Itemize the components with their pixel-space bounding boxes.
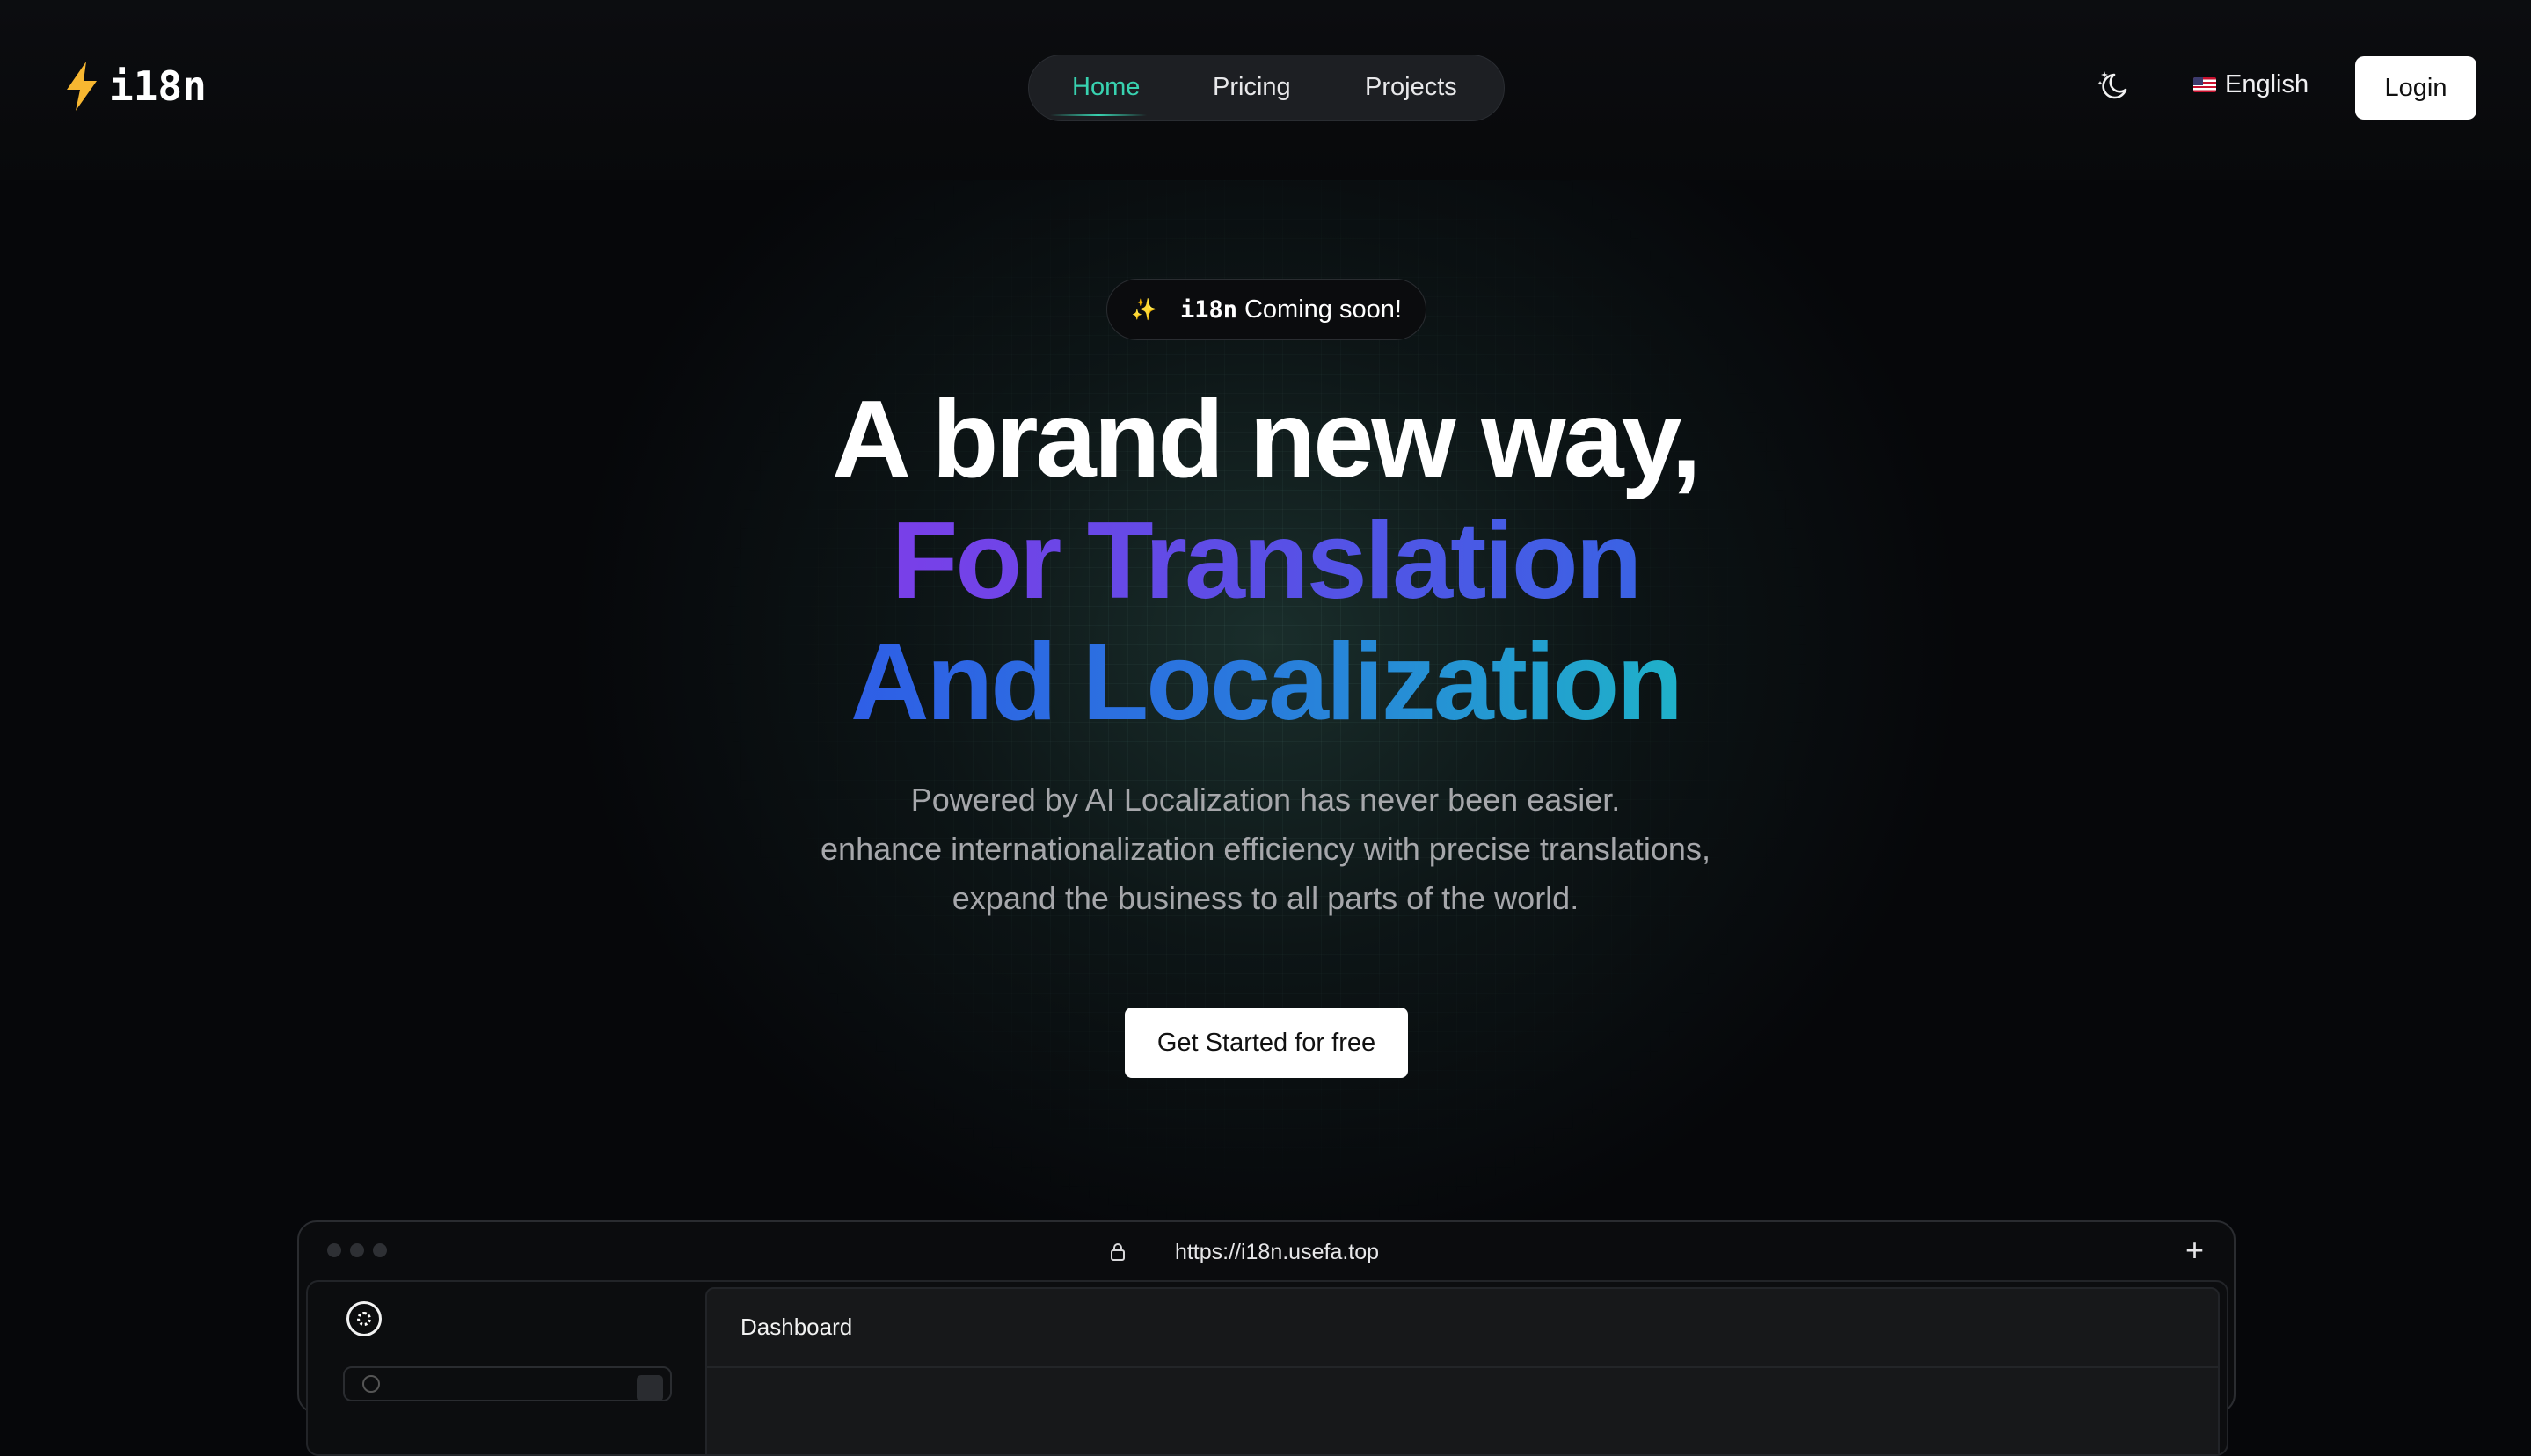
dashboard-title: Dashboard bbox=[740, 1314, 853, 1340]
us-flag-icon bbox=[2193, 77, 2216, 92]
nav-active-indicator bbox=[1050, 114, 1147, 116]
theme-toggle-button[interactable] bbox=[2097, 69, 2132, 104]
nav-item-pricing[interactable]: Pricing bbox=[1213, 73, 1291, 102]
headline-line-1: A brand new way, bbox=[832, 379, 1702, 500]
badge-brand: i18n bbox=[1179, 295, 1237, 324]
lightning-bolt-icon bbox=[63, 62, 100, 111]
divider bbox=[707, 1366, 2218, 1368]
login-button[interactable]: Login bbox=[2355, 56, 2476, 120]
subtitle-line-2: enhance internationalization efficiency … bbox=[821, 831, 1710, 867]
language-label: English bbox=[2225, 70, 2309, 98]
preview-app: Dashboard bbox=[306, 1280, 2228, 1456]
language-selector[interactable]: English bbox=[2193, 70, 2309, 99]
headline-line-3-wrapper: And Localization bbox=[0, 628, 2531, 737]
badge-text: Coming soon! bbox=[1244, 295, 1402, 324]
subtitle-line-1: Powered by AI Localization has never bee… bbox=[910, 782, 1621, 818]
moon-sparkle-icon bbox=[2097, 71, 2127, 99]
sparkles-icon: ✨ bbox=[1131, 297, 1157, 322]
shortcut-key bbox=[637, 1375, 663, 1401]
get-started-button[interactable]: Get Started for free bbox=[1125, 1008, 1408, 1078]
nav-item-projects[interactable]: Projects bbox=[1365, 73, 1457, 102]
nav-item-home[interactable]: Home bbox=[1072, 73, 1140, 102]
url-bar: https://i18n.usefa.top bbox=[1174, 1240, 1380, 1264]
headline-line-3: And Localization bbox=[845, 628, 1686, 737]
plus-icon: + bbox=[2185, 1232, 2204, 1268]
browser-preview: https://i18n.usefa.top + Dashboard bbox=[297, 1220, 2236, 1456]
headline-line-2: For Translation bbox=[886, 506, 1645, 615]
search-icon bbox=[362, 1375, 380, 1393]
main-nav: Home Pricing Projects bbox=[1028, 55, 1505, 121]
sidebar-search bbox=[343, 1366, 672, 1401]
logo[interactable]: i18n bbox=[63, 62, 207, 111]
app-logo-icon bbox=[346, 1301, 382, 1336]
coming-soon-badge[interactable]: ✨ i18n Coming soon! bbox=[1106, 279, 1426, 340]
headline-line-2-wrapper: For Translation bbox=[0, 506, 2531, 615]
subtitle-line-3: expand the business to all parts of the … bbox=[952, 880, 1579, 916]
dashboard-panel: Dashboard bbox=[705, 1287, 2220, 1454]
logo-text: i18n bbox=[109, 62, 207, 110]
